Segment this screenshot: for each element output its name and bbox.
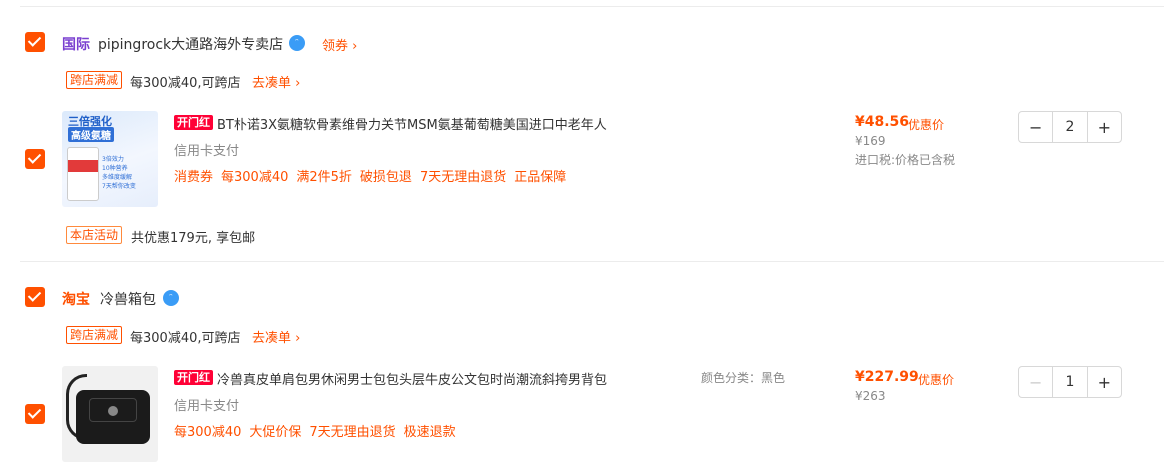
product-image-points: 3倍效力 10种营养 多维度缓解 7天帮你改变: [102, 156, 136, 190]
sale-price: ¥48.56: [855, 114, 910, 130]
sale-price: ¥227.99: [855, 369, 919, 385]
price-label: 优惠价: [908, 118, 945, 132]
quantity-stepper[interactable]: − 1 +: [1018, 366, 1122, 398]
service-tags: 每300减40 大促价保 7天无理由退货 极速退款: [174, 425, 456, 440]
region-tag: 淘宝: [62, 292, 90, 308]
item-checkbox[interactable]: [25, 404, 45, 424]
increase-button[interactable]: +: [1088, 367, 1121, 397]
quantity-input[interactable]: 2: [1052, 112, 1088, 142]
region-tag: 国际: [62, 37, 90, 53]
product-image[interactable]: 三倍强化 高级氨糖 3倍效力 10种营养 多维度缓解 7天帮你改变: [62, 111, 158, 207]
coupon-link[interactable]: 领券 ›: [322, 35, 357, 54]
kaimenhong-badge: 开门红: [174, 115, 213, 130]
original-price: ¥263: [855, 389, 886, 403]
item-checkbox[interactable]: [25, 149, 45, 169]
wangwang-chat-icon[interactable]: ᵔ: [289, 35, 305, 51]
promo-text: 每300减40,可跨店: [130, 331, 241, 346]
divider: [20, 6, 1164, 7]
store-name[interactable]: pipingrock大通路海外专卖店: [98, 34, 283, 54]
cross-store-tag: 跨店满减: [66, 71, 123, 89]
payment-method: 信用卡支付: [174, 144, 240, 159]
quantity-input[interactable]: 1: [1052, 367, 1088, 397]
product-spec[interactable]: 颜色分类：黑色: [701, 369, 785, 386]
product-image-subline: 高级氨糖: [68, 127, 114, 142]
cross-store-tag: 跨店满减: [66, 326, 123, 344]
kaimenhong-badge: 开门红: [174, 370, 213, 385]
quantity-stepper[interactable]: − 2 +: [1018, 111, 1122, 143]
decrease-button[interactable]: −: [1019, 112, 1052, 142]
payment-method: 信用卡支付: [174, 399, 240, 414]
increase-button[interactable]: +: [1088, 112, 1121, 142]
product-image[interactable]: [62, 366, 158, 462]
promo-text: 每300减40,可跨店: [130, 76, 241, 91]
store-checkbox[interactable]: [25, 287, 45, 307]
decrease-button[interactable]: −: [1019, 367, 1052, 397]
bag-body: [76, 390, 150, 444]
price-label: 优惠价: [918, 373, 955, 387]
divider: [20, 261, 1164, 262]
add-on-link[interactable]: 去凑单 ›: [252, 72, 300, 91]
product-title[interactable]: 冷兽真皮单肩包男休闲男士包包头层牛皮公文包时尚潮流斜挎男背包: [217, 369, 607, 388]
add-on-link[interactable]: 去凑单 ›: [252, 327, 300, 346]
store-name[interactable]: 冷兽箱包: [100, 289, 156, 309]
original-price: ¥169: [855, 134, 886, 148]
tax-note: 进口税:价格已含税: [855, 153, 956, 167]
service-tags: 消费券 每300减40 满2件5折 破损包退 7天无理由退货 正品保障: [174, 170, 567, 185]
store-checkbox[interactable]: [25, 32, 45, 52]
store-activity-text: 共优惠179元, 享包邮: [131, 231, 256, 246]
store-activity-tag: 本店活动: [66, 226, 123, 244]
product-title[interactable]: BT朴诺3X氨糖软骨素维骨力关节MSM氨基葡萄糖美国进口中老年人: [217, 114, 607, 133]
bottle: [67, 147, 99, 201]
wangwang-chat-icon[interactable]: ᵔ: [163, 290, 179, 306]
